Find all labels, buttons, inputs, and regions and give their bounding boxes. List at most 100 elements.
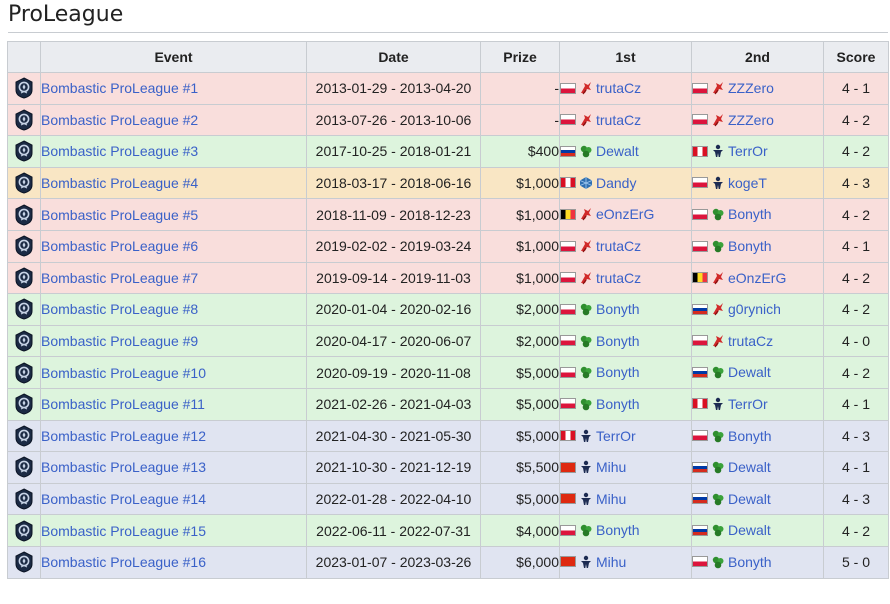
proleague-table: Event Date Prize 1st 2nd Score Bombastic… xyxy=(7,41,889,579)
event-link[interactable]: Bombastic ProLeague #11 xyxy=(41,396,205,412)
league-emblem-icon[interactable] xyxy=(14,551,34,573)
first-place-link[interactable]: trutaCz xyxy=(596,270,641,286)
header-score[interactable]: Score xyxy=(823,41,889,73)
second-place-link[interactable]: Dewalt xyxy=(728,459,771,475)
first-place-link[interactable]: Bonyth xyxy=(596,396,640,412)
event-link[interactable]: Bombastic ProLeague #2 xyxy=(41,112,198,128)
second-place-link[interactable]: Dewalt xyxy=(728,364,771,380)
first-place-link[interactable]: Bonyth xyxy=(596,364,640,380)
first-place-link[interactable]: trutaCz xyxy=(596,238,641,254)
second-place-link[interactable]: eOnzErG xyxy=(728,270,786,286)
second-place-link[interactable]: Bonyth xyxy=(728,206,772,222)
first-place-link[interactable]: Bonyth xyxy=(596,301,640,317)
event-link[interactable]: Bombastic ProLeague #7 xyxy=(41,270,198,286)
second-place-link[interactable]: ZZZero xyxy=(728,112,774,128)
league-icon-cell xyxy=(7,72,41,105)
first-place-link[interactable]: TerrOr xyxy=(596,428,636,444)
first-place-link[interactable]: Bonyth xyxy=(596,333,640,349)
first-place-link[interactable]: Bonyth xyxy=(596,522,640,538)
first-place-link[interactable]: Dandy xyxy=(596,175,636,191)
event-cell: Bombastic ProLeague #4 xyxy=(40,166,307,200)
first-place-player: Bonyth xyxy=(560,396,640,412)
table-row: Bombastic ProLeague #14 2022-01-28 - 202… xyxy=(7,482,889,516)
header-prize[interactable]: Prize xyxy=(480,41,560,73)
event-link[interactable]: Bombastic ProLeague #8 xyxy=(41,301,198,317)
league-emblem-icon[interactable] xyxy=(14,235,34,257)
second-place-player: Dewalt xyxy=(692,459,771,475)
league-emblem-icon[interactable] xyxy=(14,298,34,320)
first-place-link[interactable]: trutaCz xyxy=(596,112,641,128)
country-flag-icon xyxy=(560,398,576,410)
league-emblem-icon[interactable] xyxy=(14,456,34,478)
league-icon-cell xyxy=(7,356,41,389)
second-place-link[interactable]: Bonyth xyxy=(728,238,772,254)
event-link[interactable]: Bombastic ProLeague #13 xyxy=(41,459,206,475)
second-place-link[interactable]: ZZZero xyxy=(728,80,774,96)
header-first[interactable]: 1st xyxy=(559,41,692,73)
table-row: Bombastic ProLeague #9 2020-04-17 - 2020… xyxy=(7,324,889,358)
second-place-link[interactable]: Bonyth xyxy=(728,554,772,570)
prize-cell: $5,000 xyxy=(480,387,560,421)
league-emblem-icon[interactable] xyxy=(14,109,34,131)
league-emblem-icon[interactable] xyxy=(14,172,34,194)
event-link[interactable]: Bombastic ProLeague #12 xyxy=(41,428,206,444)
first-place-link[interactable]: Mihu xyxy=(596,554,626,570)
first-place-player: Dandy xyxy=(560,175,636,191)
country-flag-icon xyxy=(692,177,708,189)
first-place-link[interactable]: eOnzErG xyxy=(596,206,654,222)
event-link[interactable]: Bombastic ProLeague #9 xyxy=(41,333,198,349)
event-link[interactable]: Bombastic ProLeague #10 xyxy=(41,365,206,381)
league-emblem-icon[interactable] xyxy=(14,488,34,510)
event-link[interactable]: Bombastic ProLeague #16 xyxy=(41,554,206,570)
league-emblem-icon[interactable] xyxy=(14,362,34,384)
league-emblem-icon[interactable] xyxy=(14,425,34,447)
race-icon xyxy=(713,113,723,127)
league-emblem-icon[interactable] xyxy=(14,330,34,352)
first-place-link[interactable]: Mihu xyxy=(596,491,626,507)
second-place-link[interactable]: TerrOr xyxy=(728,396,768,412)
second-place-link[interactable]: TerrOr xyxy=(728,143,768,159)
country-flag-icon xyxy=(560,272,576,284)
league-emblem-icon[interactable] xyxy=(14,520,34,542)
race-icon xyxy=(581,460,591,474)
second-place-cell: Dewalt xyxy=(691,451,824,484)
league-icon-cell xyxy=(7,103,41,137)
event-link[interactable]: Bombastic ProLeague #6 xyxy=(41,238,198,254)
first-place-link[interactable]: Mihu xyxy=(596,459,626,475)
event-link[interactable]: Bombastic ProLeague #1 xyxy=(41,80,198,96)
league-emblem-icon[interactable] xyxy=(14,393,34,415)
header-second[interactable]: 2nd xyxy=(691,41,824,73)
second-place-cell: Bonyth xyxy=(691,229,824,263)
second-place-player: Bonyth xyxy=(692,238,772,254)
second-place-link[interactable]: kogeT xyxy=(728,175,767,191)
second-place-link[interactable]: Bonyth xyxy=(728,428,772,444)
second-place-link[interactable]: trutaCz xyxy=(728,333,773,349)
league-emblem-icon[interactable] xyxy=(14,77,34,99)
first-place-link[interactable]: Dewalt xyxy=(596,143,639,159)
first-place-link[interactable]: trutaCz xyxy=(596,80,641,96)
event-link[interactable]: Bombastic ProLeague #5 xyxy=(41,207,198,223)
first-place-cell: trutaCz xyxy=(559,261,692,295)
league-emblem-icon[interactable] xyxy=(14,267,34,289)
country-flag-icon xyxy=(692,556,708,568)
header-date[interactable]: Date xyxy=(306,41,481,73)
header-event[interactable]: Event xyxy=(40,41,307,73)
event-link[interactable]: Bombastic ProLeague #14 xyxy=(41,491,206,507)
table-row: Bombastic ProLeague #16 2023-01-07 - 202… xyxy=(7,545,889,579)
event-link[interactable]: Bombastic ProLeague #3 xyxy=(41,143,198,159)
country-flag-icon xyxy=(692,145,708,157)
league-emblem-icon[interactable] xyxy=(14,140,34,162)
league-icon-cell xyxy=(7,135,41,168)
race-icon xyxy=(581,82,591,95)
second-place-link[interactable]: g0rynich xyxy=(728,301,781,317)
league-emblem-icon[interactable] xyxy=(14,204,34,226)
second-place-link[interactable]: Dewalt xyxy=(728,491,771,507)
second-place-cell: eOnzErG xyxy=(691,261,824,295)
second-place-link[interactable]: Dewalt xyxy=(728,522,771,538)
score-cell: 4 - 1 xyxy=(823,72,889,105)
event-link[interactable]: Bombastic ProLeague #4 xyxy=(41,175,198,191)
race-icon xyxy=(580,525,592,537)
event-link[interactable]: Bombastic ProLeague #15 xyxy=(41,523,206,539)
race-icon xyxy=(712,240,724,253)
event-cell: Bombastic ProLeague #8 xyxy=(40,293,307,326)
